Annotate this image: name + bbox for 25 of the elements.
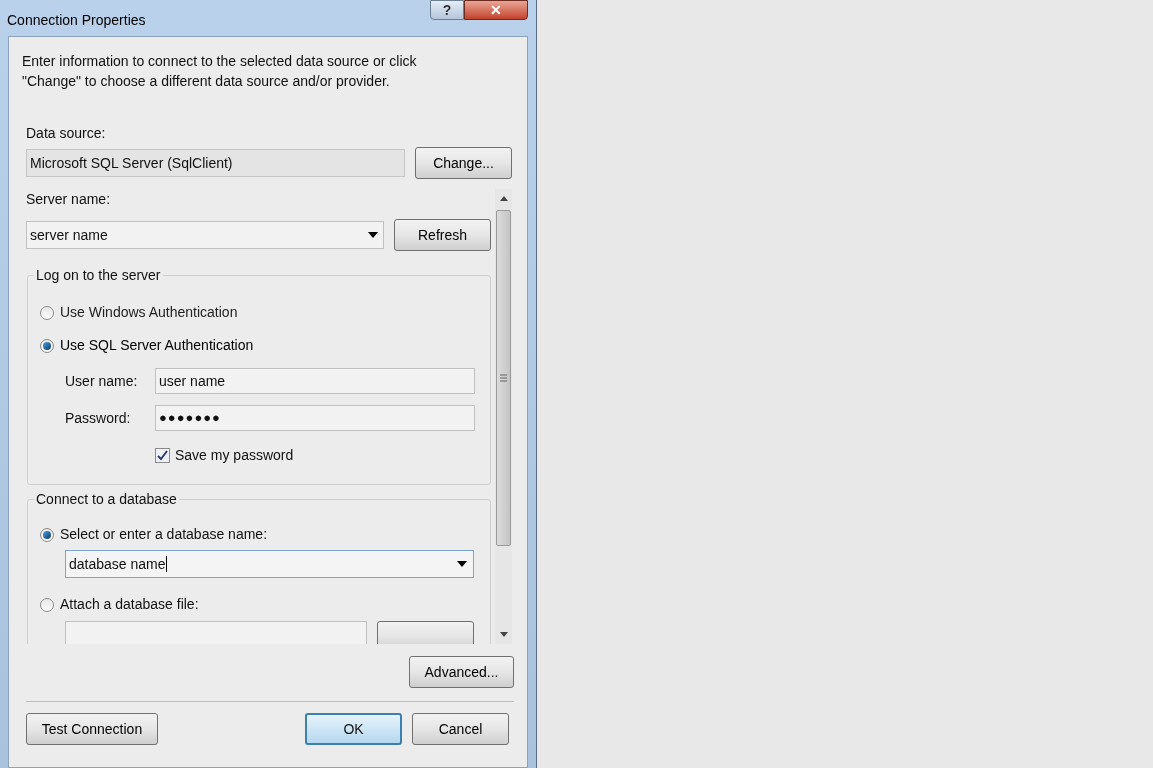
database-name-combobox[interactable]: database name — [65, 550, 474, 578]
password-field[interactable]: ●●●●●●● — [155, 405, 475, 431]
help-button[interactable]: ? — [430, 0, 464, 20]
save-password-label[interactable]: Save my password — [175, 445, 294, 466]
radio-label[interactable]: Select or enter a database name: — [60, 524, 268, 545]
refresh-button[interactable]: Refresh — [394, 219, 491, 251]
password-label: Password: — [65, 408, 132, 428]
radio-label[interactable]: Use SQL Server Authentication — [60, 335, 254, 356]
radio-label[interactable]: Use Windows Authentication — [60, 302, 238, 323]
user-name-field[interactable]: user name — [155, 368, 475, 394]
advanced-button[interactable]: Advanced... — [409, 656, 514, 688]
change-button[interactable]: Change... — [415, 147, 512, 179]
radio-label[interactable]: Attach a database file: — [60, 594, 199, 615]
user-name-label: User name: — [65, 371, 139, 391]
window-title: Connection Properties — [7, 11, 146, 30]
instructions-text: Enter information to connect to the selected data source or click "Change" to choose a different data source and/or provider. — [22, 52, 418, 91]
logon-group-title: Log on to the server — [35, 266, 162, 285]
dialog-button[interactable]: Cancel — [412, 713, 509, 745]
database-group-title: Connect to a database — [35, 490, 178, 509]
data-source-field: Microsoft SQL Server (SqlClient) — [26, 149, 405, 177]
server-name-label: Server name: — [26, 190, 112, 209]
dialog-button[interactable]: Test Connection — [26, 713, 158, 745]
dialog-button[interactable]: OK — [305, 713, 402, 745]
data-source-label: Data source: — [26, 124, 107, 143]
server-name-combobox[interactable]: server name — [26, 221, 384, 249]
